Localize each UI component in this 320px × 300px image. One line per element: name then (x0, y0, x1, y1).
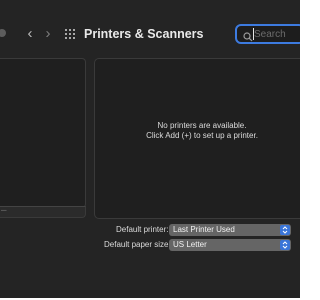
default-printer-popup[interactable]: Last Printer Used (169, 224, 291, 236)
printer-detail-panel: No printers are available. Click Add (+)… (94, 58, 300, 219)
default-paper-size-label: Default paper size: (104, 240, 171, 249)
no-printers-message: No printers are available. (157, 121, 247, 130)
default-paper-size-value: US Letter (173, 240, 207, 249)
remove-printer-button[interactable]: – (1, 205, 7, 217)
forward-button[interactable]: › (40, 26, 56, 42)
window-traffic-light[interactable] (0, 29, 6, 37)
toolbar: ‹ › Printers & Scanners (0, 18, 300, 50)
popup-arrows-icon (280, 225, 290, 235)
default-printer-label: Default printer: (116, 225, 169, 234)
show-all-grid-icon[interactable] (65, 29, 76, 40)
printer-list[interactable] (0, 58, 86, 208)
printers-scanners-window: ‹ › Printers & Scanners – No printers ar… (0, 0, 300, 298)
default-paper-size-popup[interactable]: US Letter (169, 239, 291, 251)
printer-list-footer: – (0, 205, 86, 218)
search-field[interactable] (235, 24, 300, 44)
window-title: Printers & Scanners (84, 27, 204, 41)
search-input[interactable] (254, 27, 300, 41)
add-printer-hint: Click Add (+) to set up a printer. (146, 131, 258, 140)
back-button[interactable]: ‹ (22, 26, 38, 42)
popup-arrows-icon (280, 240, 290, 250)
default-printer-value: Last Printer Used (173, 225, 235, 234)
